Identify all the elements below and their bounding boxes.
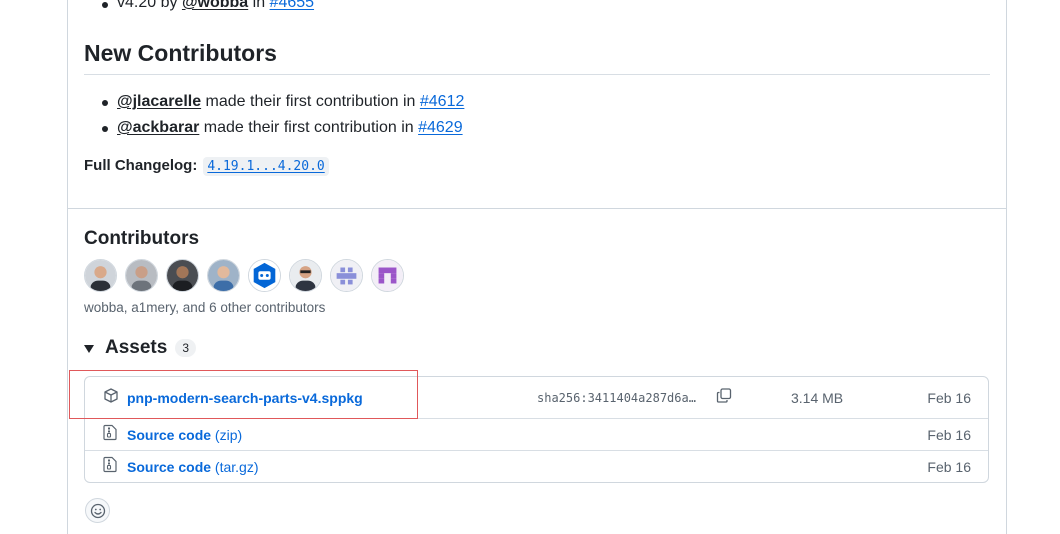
user-mention-link[interactable]: @jlacarelle <box>117 93 201 110</box>
new-contributor-item: @ackbarar made their first contribution … <box>102 119 463 137</box>
contributor-avatars <box>84 259 404 292</box>
smiley-icon <box>90 503 105 518</box>
pr-link[interactable]: #4612 <box>420 93 465 110</box>
identicon-avatar[interactable] <box>330 259 363 292</box>
avatar[interactable] <box>84 259 117 292</box>
contributors-summary: wobba, a1mery, and 6 other contributors <box>84 300 326 315</box>
section-divider <box>67 208 1007 209</box>
identicon-avatar[interactable] <box>371 259 404 292</box>
triangle-down-icon <box>84 345 94 353</box>
assets-count-badge: 3 <box>175 339 197 357</box>
item-text: v4.20 by <box>117 0 182 11</box>
asset-size: 3.14 MB <box>791 389 844 406</box>
item-text: in <box>248 0 270 11</box>
avatar[interactable] <box>125 259 158 292</box>
item-text: made their first contribution in <box>199 119 419 136</box>
avatar[interactable] <box>207 259 240 292</box>
full-changelog: Full Changelog: 4.19.1...4.20.0 <box>84 157 329 176</box>
source-code-tar-link[interactable]: Source code (tar.gz) <box>127 459 259 475</box>
changelog-list-item: v4.20 by @wobba in #4655 <box>101 0 315 12</box>
copy-icon[interactable] <box>716 387 732 408</box>
asset-date: Feb 16 <box>927 458 971 475</box>
item-text: made their first contribution in <box>201 93 420 110</box>
source-code-zip-link[interactable]: Source code (zip) <box>127 427 242 443</box>
pr-link[interactable]: #4629 <box>418 119 463 136</box>
file-zip-icon <box>103 456 117 477</box>
add-reaction-button[interactable] <box>85 498 110 523</box>
asset-date: Feb 16 <box>927 426 971 443</box>
compare-link[interactable]: 4.19.1...4.20.0 <box>203 157 329 176</box>
avatar[interactable] <box>289 259 322 292</box>
asset-name-text: Source code <box>127 426 212 443</box>
assets-heading: Assets <box>105 337 168 358</box>
heading-divider <box>84 74 990 75</box>
asset-format: (zip) <box>214 426 243 443</box>
avatar[interactable] <box>166 259 199 292</box>
new-contributors-heading: New Contributors <box>84 40 277 66</box>
bot-avatar[interactable] <box>248 259 281 292</box>
user-mention-link[interactable]: @wobba <box>182 0 248 11</box>
pr-link[interactable]: #4655 <box>270 0 315 11</box>
asset-name-text: Source code <box>127 458 212 475</box>
contributors-heading: Contributors <box>84 228 200 249</box>
asset-row: Source code (zip) Feb 16 <box>85 418 988 450</box>
asset-sha256: sha256:3411404a287d6a… <box>537 390 696 405</box>
asset-format: (tar.gz) <box>214 458 259 475</box>
new-contributor-item: @jlacarelle made their first contributio… <box>101 93 465 111</box>
file-zip-icon <box>103 424 117 445</box>
asset-row: Source code (tar.gz) Feb 16 <box>85 450 988 482</box>
highlight-annotation-box <box>69 370 418 419</box>
changelog-label: Full Changelog: <box>84 157 198 174</box>
assets-toggle[interactable]: Assets 3 <box>84 337 197 359</box>
asset-date: Feb 16 <box>927 389 971 406</box>
user-mention-link[interactable]: @ackbarar <box>117 119 199 136</box>
